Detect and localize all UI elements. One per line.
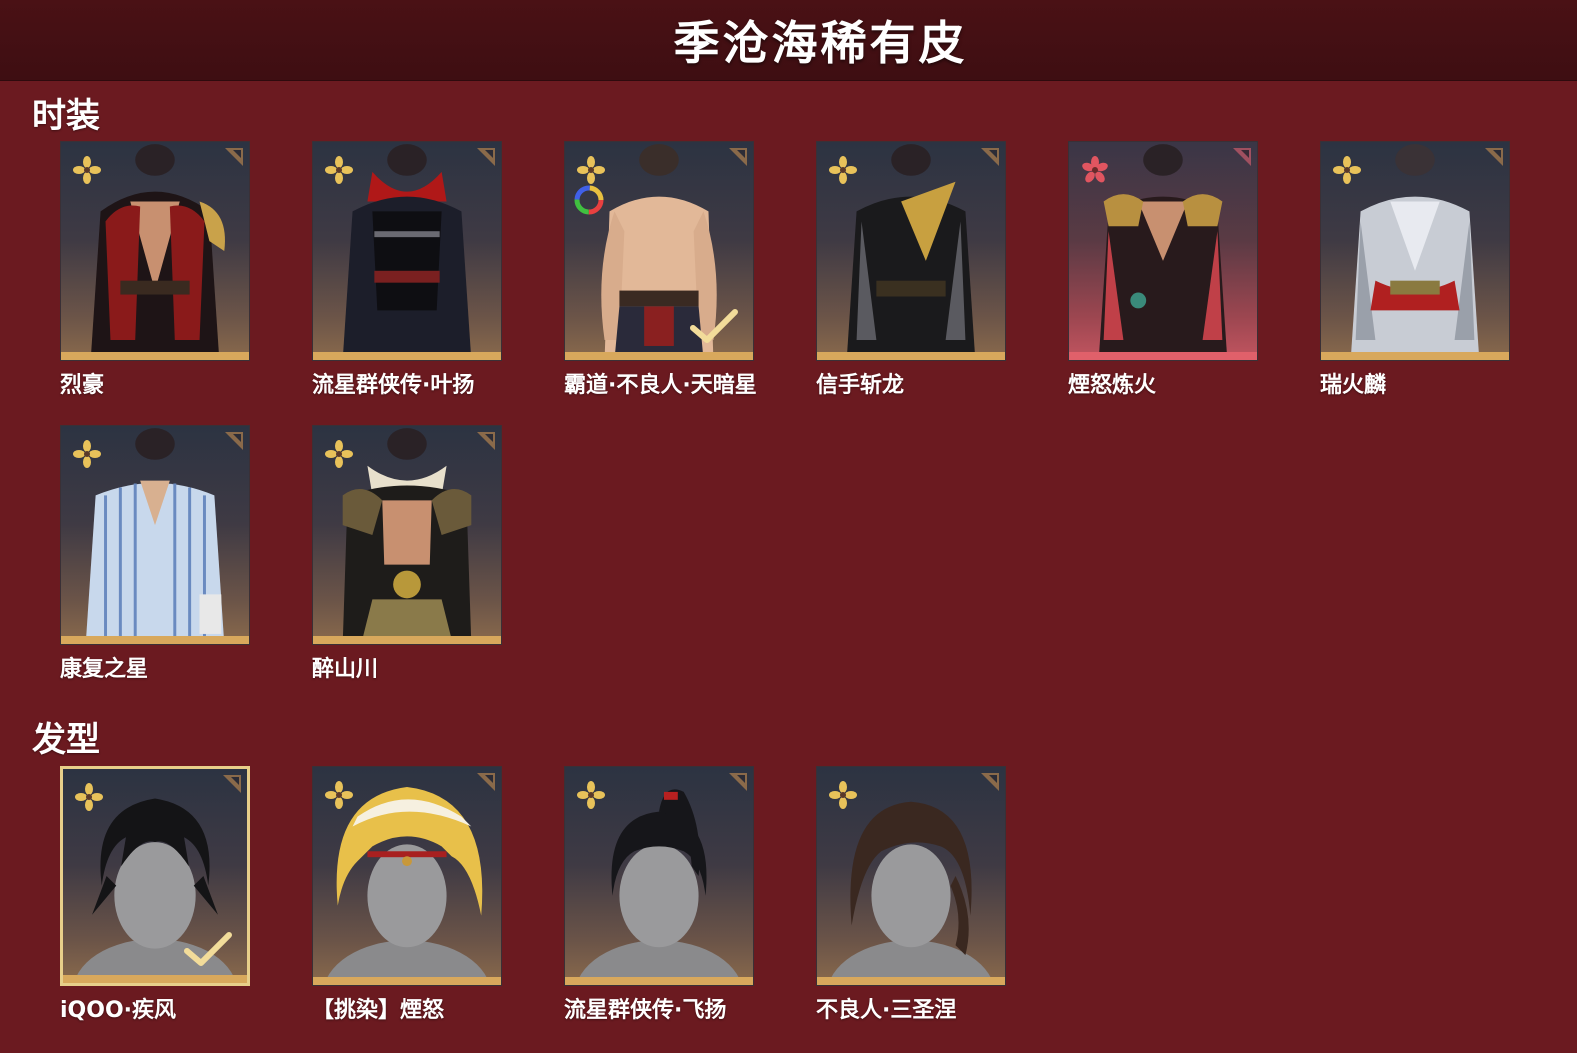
gold-flower-icon — [577, 781, 605, 809]
corner-tag-icon — [225, 148, 243, 166]
hairstyle-name: 【挑染】煙怒 — [312, 998, 445, 1023]
gold-flower-icon — [75, 783, 103, 811]
gold-flower-icon — [829, 156, 857, 184]
owned-check-icon — [690, 309, 738, 343]
section-title-costumes: 时装 — [32, 96, 100, 136]
costume-thumbnail — [1068, 141, 1258, 361]
gold-flower-icon — [73, 440, 101, 468]
hairstyle-thumbnail — [816, 766, 1006, 986]
page-header: 季沧海稀有皮 — [0, 0, 1577, 81]
rarity-bar — [817, 352, 1005, 360]
gold-flower-icon — [1333, 156, 1361, 184]
costume-thumbnail — [816, 141, 1006, 361]
rarity-bar — [313, 636, 501, 644]
color-wheel-icon — [574, 185, 604, 215]
rarity-bar — [1069, 352, 1257, 360]
costume-name: 煙怒炼火 — [1068, 373, 1157, 398]
corner-tag-icon — [225, 432, 243, 450]
costume-name: 烈豪 — [60, 373, 105, 398]
red-flower-icon — [1082, 156, 1108, 183]
gold-flower-icon — [577, 156, 605, 184]
gold-flower-icon — [325, 156, 353, 184]
costume-thumbnail — [312, 425, 502, 645]
rarity-bar — [313, 977, 501, 985]
corner-tag-icon — [981, 148, 999, 166]
rarity-bar — [313, 352, 501, 360]
costume-name: 康复之星 — [60, 657, 149, 682]
costume-thumbnail — [1320, 141, 1510, 361]
hairstyle-name: 流星群侠传·飞扬 — [564, 998, 727, 1023]
hairstyle-thumbnail — [312, 766, 502, 986]
costume-item[interactable]: 烈豪 — [60, 141, 252, 399]
corner-tag-icon — [1485, 148, 1503, 166]
hairstyle-item[interactable]: 流星群侠传·飞扬 — [564, 766, 756, 1024]
costume-name: 信手斩龙 — [816, 373, 905, 398]
page-title: 季沧海稀有皮 — [673, 16, 968, 70]
hairstyle-name: iQOO·疾风 — [60, 998, 177, 1023]
gold-flower-icon — [829, 781, 857, 809]
hairstyle-thumbnail — [564, 766, 754, 986]
hairstyle-thumbnail — [60, 766, 250, 986]
corner-tag-icon — [477, 148, 495, 166]
costume-item[interactable]: 煙怒炼火 — [1068, 141, 1260, 399]
gold-flower-icon — [325, 781, 353, 809]
costume-thumbnail — [60, 141, 250, 361]
costume-name: 醉山川 — [312, 657, 379, 682]
hairstyle-item[interactable]: iQOO·疾风 — [60, 766, 252, 1024]
gold-flower-icon — [325, 440, 353, 468]
costume-item[interactable]: 醉山川 — [312, 425, 504, 683]
rarity-bar — [817, 977, 1005, 985]
costume-item[interactable]: 霸道·不良人·天暗星 — [564, 141, 757, 399]
costume-item[interactable]: 康复之星 — [60, 425, 252, 683]
section-title-hairstyles: 发型 — [32, 720, 100, 760]
costume-thumbnail — [312, 141, 502, 361]
rarity-bar — [61, 352, 249, 360]
costume-name: 流星群侠传·叶扬 — [312, 373, 475, 398]
corner-tag-icon — [729, 773, 747, 791]
rarity-bar — [565, 977, 753, 985]
hairstyle-item[interactable]: 【挑染】煙怒 — [312, 766, 504, 1024]
corner-tag-icon — [477, 773, 495, 791]
hairstyle-name: 不良人·三圣涅 — [816, 998, 957, 1023]
gold-flower-icon — [73, 156, 101, 184]
corner-tag-icon — [729, 148, 747, 166]
rarity-bar — [61, 636, 249, 644]
costume-thumbnail — [60, 425, 250, 645]
owned-check-icon — [184, 932, 232, 966]
corner-tag-icon — [981, 773, 999, 791]
costume-name: 霸道·不良人·天暗星 — [564, 373, 757, 398]
costume-thumbnail — [564, 141, 754, 361]
rarity-bar — [63, 975, 247, 983]
rarity-bar — [1321, 352, 1509, 360]
costume-name: 瑞火麟 — [1320, 373, 1387, 398]
rarity-bar — [565, 352, 753, 360]
costume-item[interactable]: 瑞火麟 — [1320, 141, 1512, 399]
hairstyle-item[interactable]: 不良人·三圣涅 — [816, 766, 1008, 1024]
corner-tag-icon — [1233, 148, 1251, 166]
costume-item[interactable]: 信手斩龙 — [816, 141, 1008, 399]
corner-tag-icon — [223, 775, 241, 793]
corner-tag-icon — [477, 432, 495, 450]
costume-item[interactable]: 流星群侠传·叶扬 — [312, 141, 504, 399]
